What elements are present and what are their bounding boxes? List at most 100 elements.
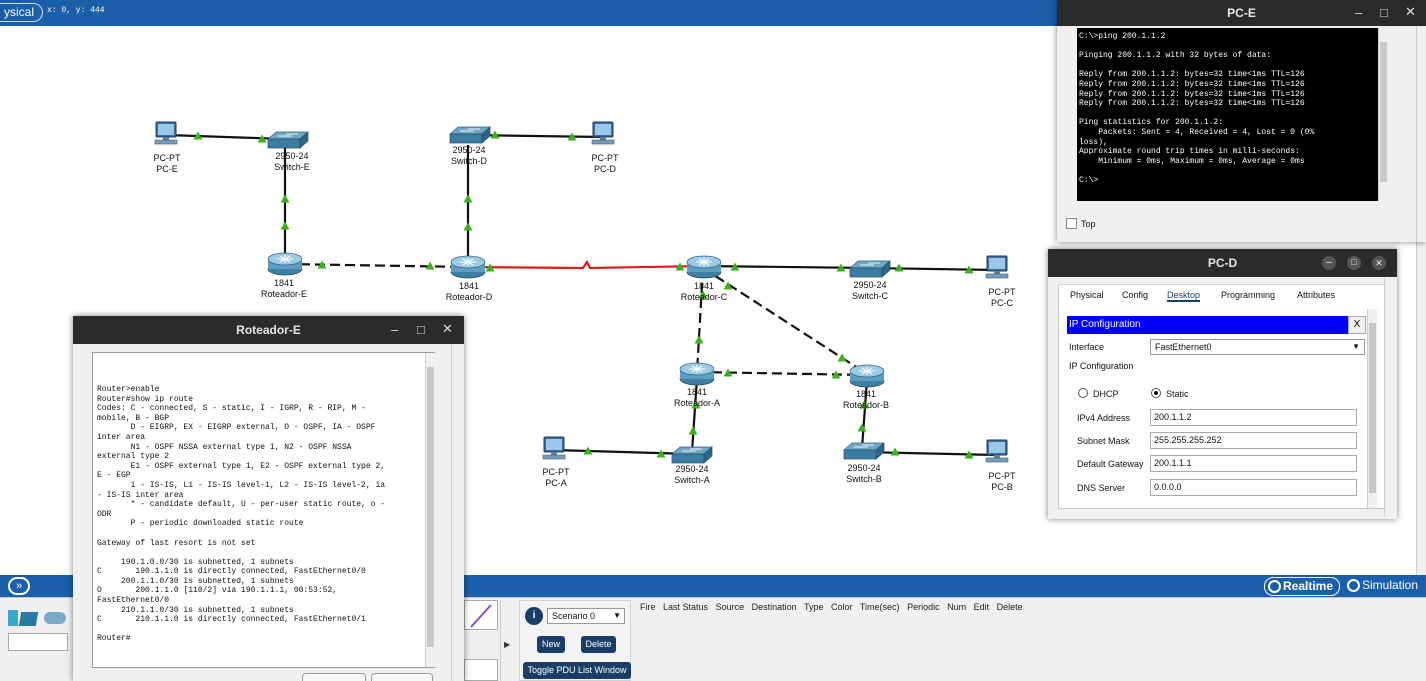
chevron-down-icon: ▼ — [1352, 342, 1360, 351]
roteador-e-window: Roteador-E – □ ✕ Router>enable Router#sh… — [73, 316, 464, 681]
ip-config-close-button[interactable]: X — [1348, 316, 1366, 334]
label-router-c: 1841 Roteador-C — [680, 281, 728, 302]
info-icon[interactable]: i — [525, 607, 543, 625]
col-fire[interactable]: Fire — [640, 602, 656, 612]
new-scenario-button[interactable]: New — [537, 636, 565, 653]
connection-list[interactable] — [464, 659, 498, 681]
minimize-icon[interactable]: – — [391, 322, 398, 337]
interface-select[interactable]: FastEthernet0 ▼ — [1150, 339, 1365, 355]
scenario-select[interactable]: Scenario 0 ▼ — [547, 608, 625, 624]
switch-e-icon — [267, 131, 309, 149]
switch-d-icon — [449, 126, 491, 144]
dns-server-label: DNS Server — [1077, 483, 1126, 493]
col-destination[interactable]: Destination — [752, 602, 797, 612]
tab-physical-pcd[interactable]: Physical — [1070, 290, 1104, 300]
fast-forward-button[interactable]: » — [8, 577, 30, 595]
col-source[interactable]: Source — [716, 602, 745, 612]
tab-desktop[interactable]: Desktop — [1167, 290, 1201, 302]
ipv4-address-field[interactable]: 200.1.1.2 — [1150, 409, 1357, 426]
simulation-mode-button[interactable]: Simulation — [1344, 577, 1424, 596]
switch-a-icon — [671, 446, 713, 464]
pc-e-window-scrollbar[interactable] — [1416, 26, 1426, 242]
expand-arrow-icon: ▶ — [504, 640, 511, 649]
panel-splitter[interactable]: ▶ — [500, 600, 514, 681]
interface-label: Interface — [1069, 342, 1105, 352]
pc-d-icon — [591, 121, 615, 145]
maximize-icon[interactable]: □ — [1347, 256, 1361, 270]
router-c-icon — [686, 255, 722, 279]
pc-d-content-scrollbar[interactable] — [1367, 309, 1377, 508]
pc-e-window: PC-E – □ ✕ C:\>ping 200.1.1.2 Pinging 20… — [1057, 0, 1426, 242]
clock-icon — [1268, 580, 1281, 593]
label-pc-b: PC-PT PC-B — [988, 471, 1016, 492]
pc-e-icon — [154, 121, 178, 145]
device-category-icon[interactable] — [8, 610, 18, 626]
top-checkbox[interactable] — [1066, 218, 1077, 229]
router-e-icon — [267, 252, 303, 276]
label-switch-b: 2950-24 Switch-B — [846, 463, 882, 484]
connection-type-panel[interactable] — [464, 600, 498, 630]
dns-server-field[interactable]: 0.0.0.0 — [1150, 479, 1357, 496]
router-cli-scrollbar[interactable] — [425, 353, 435, 667]
cloud-icon[interactable] — [44, 612, 66, 624]
packet-tracer-window: ysical x: 0, y: 444 00 — [0, 0, 1426, 681]
default-gateway-field[interactable]: 200.1.1.1 — [1150, 455, 1357, 472]
router-cli-output[interactable]: Router>enable Router#show ip route Codes… — [92, 352, 435, 668]
label-pc-d: PC-PT PC-D — [591, 153, 619, 174]
ipv4-address-label: IPv4 Address — [1077, 413, 1131, 423]
static-radio[interactable] — [1151, 388, 1161, 398]
close-icon[interactable]: ✕ — [1405, 4, 1416, 20]
delete-scenario-button[interactable]: Delete — [581, 636, 616, 653]
close-icon[interactable]: ✕ — [1372, 256, 1386, 270]
col-type[interactable]: Type — [804, 602, 824, 612]
top-label: Top — [1081, 219, 1096, 229]
maximize-icon[interactable]: □ — [1380, 5, 1388, 20]
tab-config[interactable]: Config — [1122, 290, 1148, 300]
col-color[interactable]: Color — [831, 602, 853, 612]
roteador-e-title: Roteador-E — [73, 316, 464, 344]
col-num[interactable]: Num — [947, 602, 966, 612]
minimize-icon[interactable]: – — [1355, 5, 1362, 20]
col-periodic[interactable]: Periodic — [907, 602, 940, 612]
col-last-status[interactable]: Last Status — [663, 602, 708, 612]
dhcp-radio[interactable] — [1078, 388, 1088, 398]
interface-value: FastEthernet0 — [1155, 342, 1212, 352]
label-switch-e: 2950-24 Switch-E — [274, 151, 310, 172]
label-switch-a: 2950-24 Switch-A — [674, 464, 710, 485]
pdu-list-header: Fire Last Status Source Destination Type… — [640, 602, 1028, 612]
subnet-mask-field[interactable]: 255.255.255.252 — [1150, 432, 1357, 449]
link-pce-switche — [166, 133, 286, 141]
col-delete[interactable]: Delete — [997, 602, 1023, 612]
pc-e-command-prompt[interactable]: C:\>ping 200.1.1.2 Pinging 200.1.1.2 wit… — [1077, 28, 1378, 201]
tab-attributes[interactable]: Attributes — [1297, 290, 1335, 300]
folder-icon[interactable] — [18, 612, 39, 626]
router-a-icon — [679, 362, 715, 386]
maximize-icon[interactable]: □ — [417, 322, 425, 337]
toggle-pdu-list-button[interactable]: Toggle PDU List Window — [523, 662, 631, 679]
link-rte-rtd — [284, 262, 469, 269]
ip-configuration-titlebar: IP Configuration — [1067, 316, 1348, 334]
copy-button[interactable] — [302, 673, 366, 681]
tab-physical[interactable]: ysical — [0, 3, 44, 22]
pc-d-window-scrollbar[interactable] — [1384, 277, 1394, 517]
col-edit[interactable]: Edit — [974, 602, 990, 612]
roteador-e-window-scrollbar[interactable] — [451, 344, 461, 681]
simulation-label: Simulation — [1362, 578, 1419, 592]
close-icon[interactable]: ✕ — [442, 321, 453, 337]
pc-d-title: PC-D — [1048, 249, 1397, 277]
tab-programming[interactable]: Programming — [1221, 290, 1275, 300]
link-pca-switcha — [553, 448, 693, 456]
paste-button[interactable] — [371, 673, 433, 681]
pc-e-prompt-scrollbar[interactable] — [1378, 28, 1388, 201]
realtime-mode-button[interactable]: Realtime — [1264, 577, 1341, 596]
subnet-mask-label: Subnet Mask — [1077, 436, 1130, 446]
default-gateway-label: Default Gateway — [1077, 459, 1144, 469]
link-rtd-rtc-serial — [467, 259, 704, 270]
stopwatch-icon — [1347, 579, 1360, 592]
device-search-input[interactable] — [8, 633, 68, 651]
router-b-icon — [849, 364, 885, 388]
link-rtc-switchc — [702, 264, 871, 270]
col-time[interactable]: Time(sec) — [860, 602, 900, 612]
connection-line-icon — [470, 604, 492, 628]
minimize-icon[interactable]: – — [1322, 256, 1336, 270]
